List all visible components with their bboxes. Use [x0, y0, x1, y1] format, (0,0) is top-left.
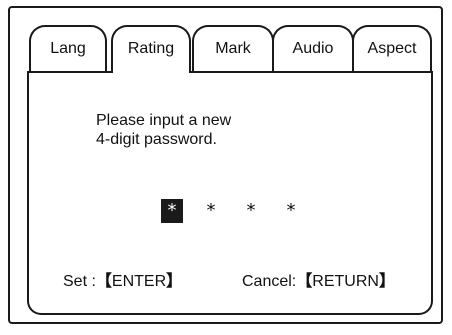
password-digit-4[interactable]: *: [280, 199, 302, 223]
password-digit-2[interactable]: *: [200, 199, 222, 223]
cancel-label: Cancel:: [242, 273, 297, 290]
tab-aspect[interactable]: Aspect: [352, 25, 432, 73]
password-prompt: Please input a new 4-digit password.: [96, 111, 231, 149]
tab-divider: [27, 71, 112, 73]
set-label: Set :: [63, 273, 96, 290]
return-key[interactable]: RETURN: [312, 273, 379, 290]
bracket-close: 】: [378, 273, 395, 290]
osd-screen: Lang Rating Mark Audio Aspect Please inp…: [0, 0, 452, 335]
tab-mark[interactable]: Mark: [192, 25, 274, 73]
password-digit-1[interactable]: *: [161, 199, 183, 223]
tab-divider: [189, 71, 433, 73]
bracket-open: 【: [296, 273, 313, 290]
prompt-line-2: 4-digit password.: [96, 131, 217, 148]
password-digit-3[interactable]: *: [240, 199, 262, 223]
set-hint: Set :【ENTER】: [63, 272, 182, 292]
tab-audio[interactable]: Audio: [272, 25, 354, 73]
tab-lang[interactable]: Lang: [29, 25, 107, 73]
cancel-hint: Cancel:【RETURN】: [242, 272, 395, 292]
tab-rating[interactable]: Rating: [111, 25, 191, 73]
prompt-line-1: Please input a new: [96, 112, 232, 129]
bracket-close: 】: [166, 273, 183, 290]
enter-key[interactable]: ENTER: [112, 273, 166, 290]
bracket-open: 【: [95, 273, 112, 290]
